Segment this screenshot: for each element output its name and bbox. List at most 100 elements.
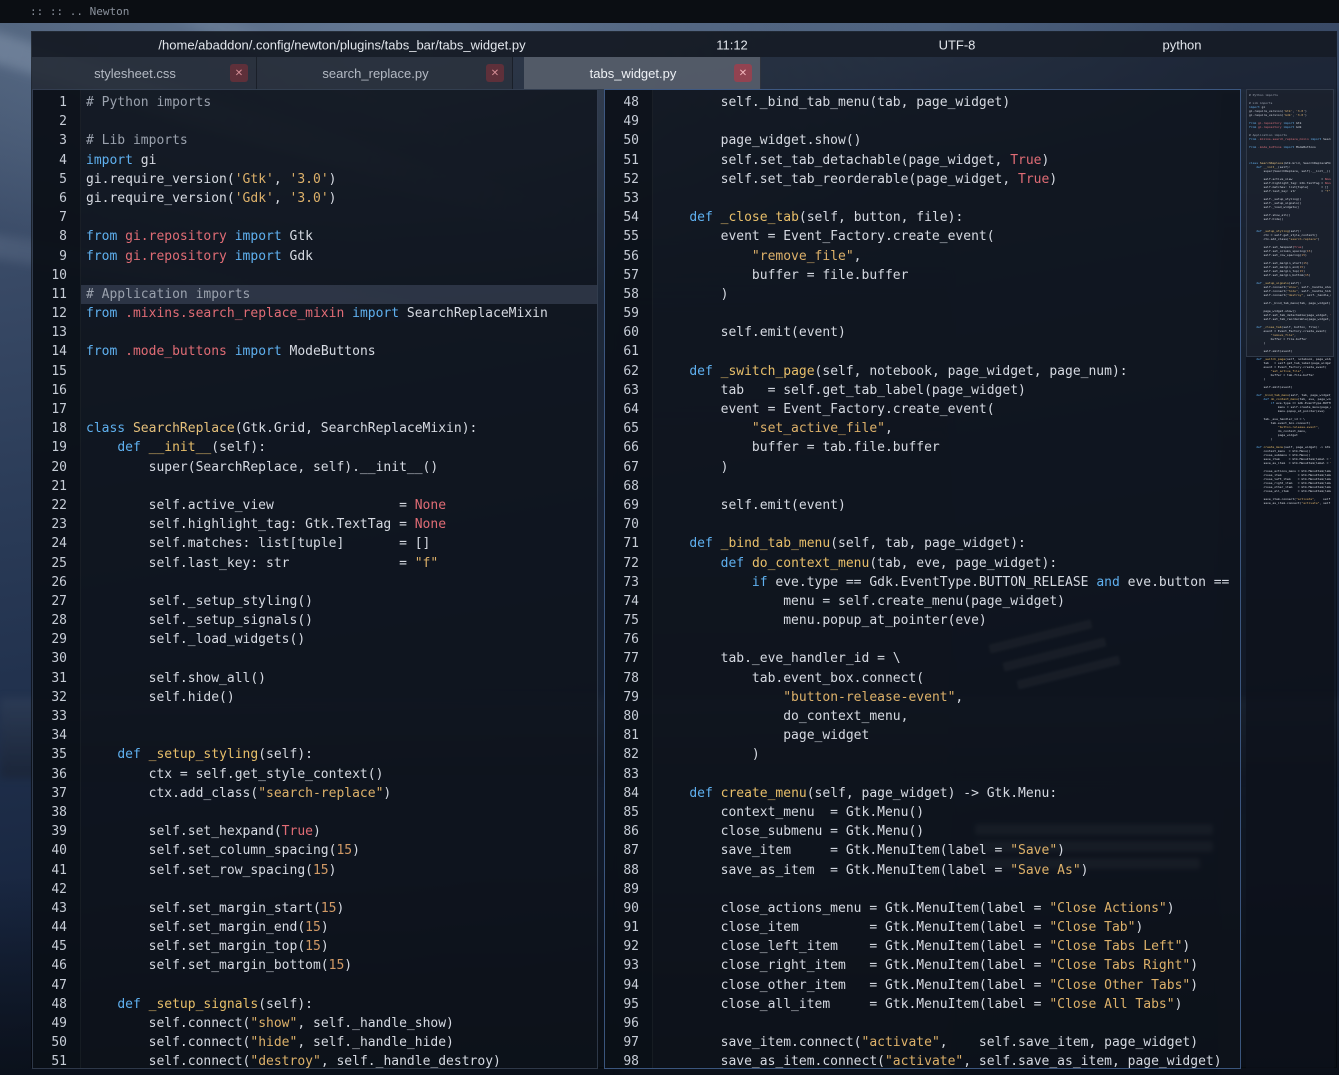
code-line[interactable]: def _close_tab(self, button, file): xyxy=(658,208,1240,227)
code-line[interactable]: def _setup_signals(self): xyxy=(86,995,597,1014)
code-line[interactable]: self.last_key: str = "f" xyxy=(86,554,597,573)
code-line[interactable]: def _switch_page(self, notebook, page_wi… xyxy=(658,362,1240,381)
code-line[interactable] xyxy=(658,515,1240,534)
code-line[interactable]: self.set_column_spacing(15) xyxy=(86,841,597,860)
code-line[interactable]: tab = self.get_tab_label(page_widget) xyxy=(658,381,1240,400)
code-line[interactable]: save_item = Gtk.MenuItem(label = "Save") xyxy=(658,841,1240,860)
tab-close-icon[interactable]: ✕ xyxy=(230,64,248,82)
language-indicator[interactable]: python xyxy=(1162,37,1201,52)
tab-close-icon[interactable]: ✕ xyxy=(734,64,752,82)
code-line[interactable]: def do_context_menu(tab, eve, page_widge… xyxy=(658,554,1240,573)
minimap[interactable]: # Python imports# Lib importsimport gigi… xyxy=(1246,89,1334,1069)
code-line[interactable]: close_submenu = Gtk.Menu() xyxy=(658,822,1240,841)
code-line[interactable] xyxy=(86,477,597,496)
code-line[interactable] xyxy=(86,381,597,400)
code-line[interactable]: close_actions_menu = Gtk.MenuItem(label … xyxy=(658,899,1240,918)
code-line[interactable]: page_widget.show() xyxy=(658,131,1240,150)
code-line[interactable]: self.connect("destroy", self._handle_des… xyxy=(86,1052,597,1068)
code-line[interactable]: self.emit(event) xyxy=(658,496,1240,515)
code-area[interactable]: self._bind_tab_menu(tab, page_widget) pa… xyxy=(653,90,1240,1068)
code-line[interactable] xyxy=(658,765,1240,784)
code-line[interactable]: self.set_tab_detachable(page_widget, Tru… xyxy=(658,151,1240,170)
code-line[interactable] xyxy=(86,266,597,285)
code-line[interactable]: save_item.connect("activate", self.save_… xyxy=(658,1033,1240,1052)
code-line[interactable]: ) xyxy=(658,285,1240,304)
code-line[interactable]: super(SearchReplace, self).__init__() xyxy=(86,458,597,477)
code-line[interactable]: self.set_margin_end(15) xyxy=(86,918,597,937)
code-line[interactable]: close_left_item = Gtk.MenuItem(label = "… xyxy=(658,937,1240,956)
code-line[interactable]: # Application imports xyxy=(81,285,597,304)
code-line[interactable]: def create_menu(self, page_widget) -> Gt… xyxy=(658,784,1240,803)
code-line[interactable]: self.set_margin_start(15) xyxy=(86,899,597,918)
code-line[interactable] xyxy=(658,304,1240,323)
code-line[interactable] xyxy=(86,803,597,822)
tab-tabs_widget.py[interactable]: tabs_widget.py✕ xyxy=(524,57,761,89)
code-line[interactable]: ) xyxy=(658,458,1240,477)
code-line[interactable]: event = Event_Factory.create_event( xyxy=(658,400,1240,419)
code-line[interactable]: buffer = tab.file.buffer xyxy=(658,438,1240,457)
tab-close-icon[interactable]: ✕ xyxy=(486,64,504,82)
code-line[interactable]: self.set_tab_reorderable(page_widget, Tr… xyxy=(658,170,1240,189)
code-line[interactable]: self.set_hexpand(True) xyxy=(86,822,597,841)
code-line[interactable]: self.set_margin_top(15) xyxy=(86,937,597,956)
code-line[interactable] xyxy=(86,880,597,899)
code-line[interactable]: menu.popup_at_pointer(eve) xyxy=(658,611,1240,630)
code-line[interactable]: import gi xyxy=(86,151,597,170)
code-line[interactable]: gi.require_version('Gdk', '3.0') xyxy=(86,189,597,208)
code-line[interactable]: tab.event_box.connect( xyxy=(658,669,1240,688)
code-line[interactable] xyxy=(658,630,1240,649)
code-pane-left[interactable]: 1234567891011121314151617181920212223242… xyxy=(32,89,598,1069)
code-line[interactable]: context_menu = Gtk.Menu() xyxy=(658,803,1240,822)
tab-search_replace.py[interactable]: search_replace.py✕ xyxy=(257,57,513,89)
code-line[interactable]: class SearchReplace(Gtk.Grid, SearchRepl… xyxy=(86,419,597,438)
code-pane-right[interactable]: 4849505152535455565758596061626364656667… xyxy=(604,89,1241,1069)
code-line[interactable]: save_as_item = Gtk.MenuItem(label = "Sav… xyxy=(658,861,1240,880)
code-line[interactable]: self.set_margin_bottom(15) xyxy=(86,956,597,975)
code-line[interactable]: self.matches: list[tuple] = [] xyxy=(86,534,597,553)
code-line[interactable]: self._bind_tab_menu(tab, page_widget) xyxy=(658,93,1240,112)
code-line[interactable]: close_other_item = Gtk.MenuItem(label = … xyxy=(658,976,1240,995)
code-line[interactable]: close_right_item = Gtk.MenuItem(label = … xyxy=(658,956,1240,975)
code-line[interactable]: self.hide() xyxy=(86,688,597,707)
code-line[interactable]: close_all_item = Gtk.MenuItem(label = "C… xyxy=(658,995,1240,1014)
code-line[interactable]: gi.require_version('Gtk', '3.0') xyxy=(86,170,597,189)
code-line[interactable]: ctx.add_class("search-replace") xyxy=(86,784,597,803)
code-line[interactable]: do_context_menu, xyxy=(658,707,1240,726)
code-line[interactable]: tab._eve_handler_id = \ xyxy=(658,649,1240,668)
code-line[interactable]: self.active_view = None xyxy=(86,496,597,515)
code-line[interactable]: save_as_item.connect("activate", self.sa… xyxy=(658,1052,1240,1068)
code-line[interactable] xyxy=(86,726,597,745)
code-line[interactable]: def _setup_styling(self): xyxy=(86,745,597,764)
code-line[interactable] xyxy=(86,573,597,592)
code-line[interactable] xyxy=(658,342,1240,361)
code-line[interactable]: self.emit(event) xyxy=(658,323,1240,342)
code-line[interactable]: self.connect("show", self._handle_show) xyxy=(86,1014,597,1033)
code-line[interactable]: def __init__(self): xyxy=(86,438,597,457)
code-line[interactable]: buffer = file.buffer xyxy=(658,266,1240,285)
code-line[interactable]: def _bind_tab_menu(self, tab, page_widge… xyxy=(658,534,1240,553)
code-area[interactable]: # Python imports# Lib importsimport gigi… xyxy=(81,90,597,1068)
code-line[interactable] xyxy=(86,112,597,131)
code-line[interactable]: # Python imports xyxy=(86,93,597,112)
code-line[interactable] xyxy=(86,208,597,227)
code-line[interactable] xyxy=(658,477,1240,496)
code-line[interactable]: "remove_file", xyxy=(658,247,1240,266)
code-line[interactable] xyxy=(86,649,597,668)
code-line[interactable] xyxy=(86,323,597,342)
code-line[interactable] xyxy=(658,112,1240,131)
code-line[interactable] xyxy=(86,362,597,381)
code-line[interactable]: ) xyxy=(658,745,1240,764)
tab-stylesheet.css[interactable]: stylesheet.css✕ xyxy=(32,57,257,89)
code-line[interactable]: self._setup_styling() xyxy=(86,592,597,611)
code-line[interactable]: self.show_all() xyxy=(86,669,597,688)
code-line[interactable]: page_widget xyxy=(658,726,1240,745)
code-line[interactable]: self.set_row_spacing(15) xyxy=(86,861,597,880)
code-line[interactable]: from .mode_buttons import ModeButtons xyxy=(86,342,597,361)
code-line[interactable]: close_item = Gtk.MenuItem(label = "Close… xyxy=(658,918,1240,937)
minimap-viewport[interactable] xyxy=(1246,89,1334,357)
code-line[interactable]: ctx = self.get_style_context() xyxy=(86,765,597,784)
code-line[interactable] xyxy=(658,1014,1240,1033)
code-line[interactable]: self._load_widgets() xyxy=(86,630,597,649)
code-line[interactable]: event = Event_Factory.create_event( xyxy=(658,227,1240,246)
code-line[interactable]: if eve.type == Gdk.EventType.BUTTON_RELE… xyxy=(658,573,1240,592)
